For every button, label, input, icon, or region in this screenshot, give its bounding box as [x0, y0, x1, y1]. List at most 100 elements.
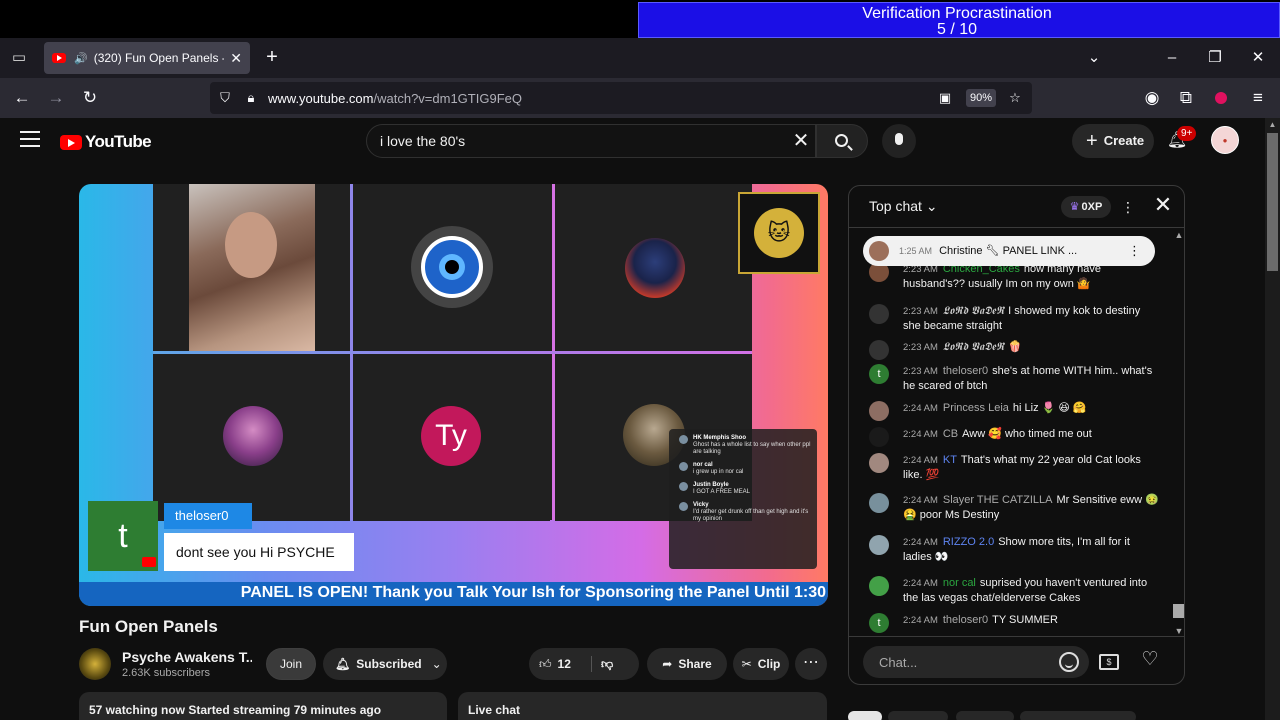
top-chat-label: Top chat — [869, 198, 922, 214]
youtube-logo[interactable]: YouTube — [60, 132, 152, 152]
subscriber-count: 2.63K subscribers — [122, 667, 211, 679]
clip-button[interactable]: ✂ Clip — [733, 648, 789, 680]
bookmark-star-icon[interactable]: ☆ — [1006, 89, 1024, 107]
youtube-favicon-icon — [52, 53, 66, 63]
heart-icon[interactable]: ♡ — [1139, 649, 1161, 671]
filter-chip[interactable] — [888, 711, 948, 720]
emoji-icon[interactable] — [1059, 652, 1079, 672]
share-button[interactable]: ➦ Share — [647, 648, 727, 680]
close-chat-icon[interactable]: ✕ — [1151, 193, 1175, 217]
account-avatar[interactable]: ● — [1211, 126, 1239, 154]
channel-avatar[interactable] — [79, 648, 111, 680]
overlay-chat-item: HK Memphis Shoo Ghost has a whole list to… — [675, 435, 811, 456]
like-icon[interactable]: 👍︎ — [539, 657, 552, 671]
chat-message: 2:24 AM Slayer THE CATZILLA Mr Sensitive e… — [869, 493, 1159, 522]
browser-nav-bar: ← → ↻ ⛉ 🔒︎ www.youtube.com/watch?v=dm1GT… — [0, 78, 1280, 118]
new-tab-icon[interactable]: + — [262, 46, 282, 70]
chat-avatar — [869, 493, 889, 513]
reload-icon[interactable]: ↻ — [78, 86, 102, 110]
close-window-icon[interactable]: ✕ — [1246, 46, 1270, 70]
filter-chip[interactable] — [1020, 711, 1136, 720]
back-icon[interactable]: ← — [10, 86, 34, 110]
clear-search-icon[interactable]: ✕ — [790, 130, 812, 152]
overlay-chat-item: Vicky I'd rather get drunk off than get h… — [675, 502, 811, 523]
top-chat-dropdown[interactable]: Top chat ⌄ — [869, 198, 938, 215]
xp-badge[interactable]: ♛ 0XP — [1061, 196, 1111, 218]
video-player[interactable]: Ty 🐱︎ HK Memphis Shoo Ghost has a whole l… — [79, 184, 828, 606]
close-tab-icon[interactable]: ✕ — [230, 50, 242, 67]
url-text[interactable]: www.youtube.com/watch?v=dm1GTIG9FeQ — [268, 91, 522, 106]
subscribed-button[interactable]: 🔔︎ Subscribed ⌄ — [323, 648, 447, 680]
chat-message: 2:24 AM KT That's what my 22 year old Cat … — [869, 453, 1159, 482]
search-input[interactable] — [366, 124, 816, 158]
page-scrollbar[interactable]: ▲ — [1265, 118, 1280, 720]
account-icon[interactable]: ◉ — [1140, 86, 1164, 110]
commenter-name: theloser0 — [164, 503, 252, 529]
ticker-banner: PANEL IS OPEN! Thank you Talk Your Ish f… — [79, 582, 828, 606]
chat-message-list[interactable]: 2:23 AM Chicken_Cakes how many have husban… — [849, 262, 1171, 636]
join-button[interactable]: Join — [266, 648, 316, 680]
pinned-options-icon[interactable]: ⋮ — [1128, 236, 1141, 266]
chat-options-icon[interactable]: ⋮ — [1121, 196, 1135, 218]
notification-badge: 9+ — [1177, 126, 1197, 141]
tab-overflow-chevron-icon[interactable]: ⌄ — [1082, 46, 1106, 70]
search-button[interactable] — [816, 124, 868, 158]
tab-list-icon[interactable]: ▭ — [8, 48, 30, 68]
more-actions-icon[interactable]: ⋯ — [795, 648, 827, 680]
extension-icon[interactable] — [1215, 92, 1227, 104]
scroll-up-arrow-icon[interactable]: ▲ — [1173, 230, 1184, 240]
zoom-level[interactable]: 90% — [966, 89, 996, 107]
extensions-icon[interactable]: ⧉ — [1174, 86, 1198, 110]
description-box[interactable]: 57 watching now Started streaming 79 min… — [79, 692, 447, 720]
shield-icon[interactable]: ⛉ — [216, 89, 234, 107]
voice-search-button[interactable] — [882, 124, 916, 158]
chat-scrollbar[interactable]: ▲ ▼ — [1171, 230, 1184, 638]
superhero-avatar — [625, 238, 685, 298]
scroll-up-arrow-icon[interactable]: ▲ — [1267, 120, 1278, 130]
grid-divider — [153, 351, 752, 354]
url-bar[interactable]: ⛉ 🔒︎ www.youtube.com/watch?v=dm1GTIG9FeQ… — [210, 82, 1032, 114]
pinned-avatar — [869, 241, 889, 261]
chat-avatar: t — [869, 613, 889, 633]
speaker-icon[interactable]: 🔊 — [74, 52, 88, 65]
overlay-progress: 5 / 10 — [936, 21, 978, 38]
dislike-icon[interactable]: 👎︎ — [601, 648, 613, 680]
chat-scroll-thumb[interactable] — [1173, 604, 1184, 618]
create-button[interactable]: + Create — [1072, 124, 1154, 158]
menu-icon[interactable]: ≡ — [1246, 86, 1270, 110]
page-scroll-thumb[interactable] — [1267, 133, 1278, 271]
guide-menu-icon[interactable] — [20, 131, 40, 147]
lock-icon[interactable]: 🔒︎ — [242, 89, 260, 107]
filter-chip[interactable] — [848, 711, 882, 720]
chat-header: Top chat ⌄ ♛ 0XP ⋮ ✕ — [849, 186, 1184, 228]
channel-name[interactable]: Psyche Awakens T... — [122, 649, 252, 665]
bell-icon: 🔔︎ — [335, 657, 351, 671]
stream-chat-overlay: HK Memphis Shoo Ghost has a whole list to… — [669, 429, 817, 569]
panel-cell-1 — [153, 184, 350, 351]
forward-icon[interactable]: → — [44, 86, 68, 110]
chat-message: t 2:24 AM theloser0 TY SUMMER — [869, 613, 1159, 633]
chat-input-area: $ ♡ — [849, 636, 1184, 684]
picture-in-picture-icon[interactable]: ▣ — [936, 89, 954, 107]
scroll-down-arrow-icon[interactable]: ▼ — [1173, 626, 1184, 636]
search-icon — [835, 134, 848, 147]
ty-avatar: Ty — [421, 406, 481, 466]
panel-grid: Ty — [153, 184, 752, 521]
chat-avatar — [869, 535, 889, 555]
chat-input[interactable] — [863, 646, 1089, 678]
panel-cell-4 — [153, 354, 350, 521]
like-count[interactable]: 12 — [558, 657, 571, 671]
tab-title: (320) Fun Open Panels - YouTube — [93, 51, 225, 65]
live-chat-toggle[interactable]: Live chat — [458, 692, 827, 720]
restore-icon[interactable]: ❐ — [1203, 46, 1227, 70]
chat-message: 2:23 AM 𝕷𝖔𝕽𝖉 𝖁𝖆𝕯𝖊𝕽 I showed my kok to dest… — [869, 304, 1159, 333]
pinned-message[interactable]: 1:25 AM Christine 🔧︎ PANEL LINK ... ⋮ — [863, 236, 1155, 266]
super-chat-icon[interactable]: $ — [1099, 654, 1119, 670]
chat-avatar — [869, 576, 889, 596]
browser-tab-active[interactable]: 🔊 (320) Fun Open Panels - YouTube ✕ — [44, 42, 250, 74]
webcam-feed — [189, 184, 315, 351]
youtube-logo-text: YouTube — [85, 132, 152, 151]
filter-chip[interactable] — [956, 711, 1014, 720]
chevron-down-icon: ⌄ — [431, 657, 442, 671]
minimize-icon[interactable]: – — [1160, 46, 1184, 70]
